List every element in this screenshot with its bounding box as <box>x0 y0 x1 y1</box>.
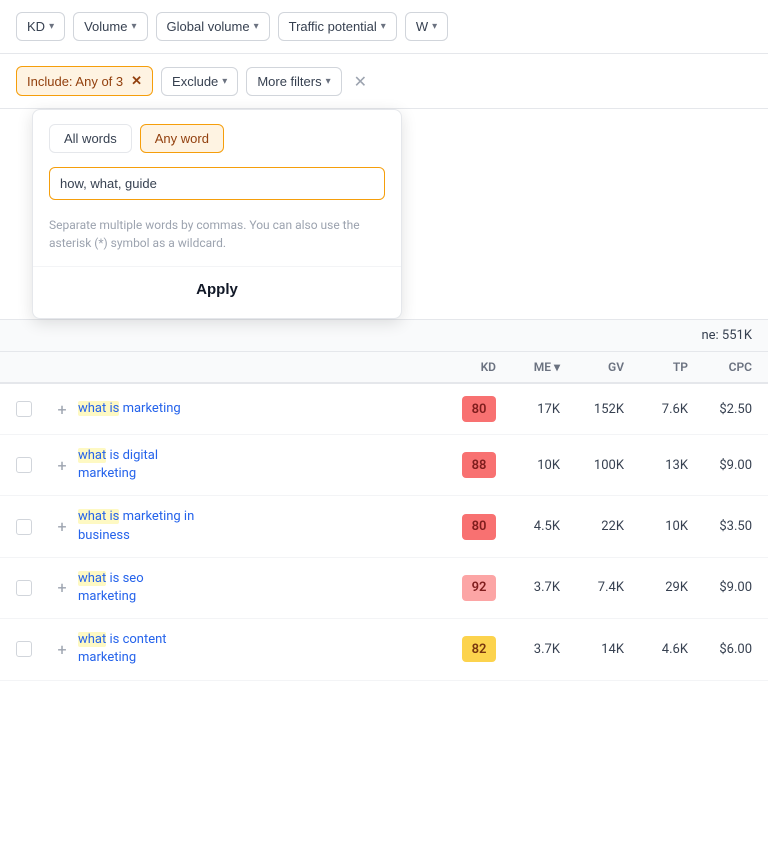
any-word-toggle[interactable]: Any word <box>140 124 224 153</box>
add-keyword-icon[interactable]: + <box>50 400 74 419</box>
keyword-link[interactable]: what is seomarketing <box>78 571 144 604</box>
chevron-down-icon: ▾ <box>131 21 136 32</box>
chevron-down-icon: ▾ <box>49 21 54 32</box>
add-keyword-icon[interactable]: + <box>50 517 74 536</box>
cpc-cell: $6.00 <box>692 642 752 657</box>
apply-button[interactable]: Apply <box>180 277 254 302</box>
kd-badge: 80 <box>462 396 496 422</box>
row-checkbox[interactable] <box>16 519 46 535</box>
volume-summary-row: ne: 551K <box>0 320 768 352</box>
clear-all-icon[interactable]: ✕ <box>350 68 371 95</box>
gv-cell: 22K <box>564 519 624 534</box>
keyword-cell: what is seomarketing <box>78 570 432 606</box>
gv-cell: 100K <box>564 458 624 473</box>
add-keyword-icon[interactable]: + <box>50 456 74 475</box>
word-toggle-group: All words Any word <box>33 110 401 163</box>
table-row: + what is contentmarketing 82 3.7K 14K 4… <box>0 619 768 680</box>
chevron-down-icon: ▾ <box>432 21 437 32</box>
include-dropdown: All words Any word Separate multiple wor… <box>32 109 402 319</box>
keyword-cell: what is marketing inbusiness <box>78 508 432 544</box>
col-tp: TP <box>628 360 688 374</box>
kd-cell: 82 <box>436 636 496 662</box>
cpc-cell: $9.00 <box>692 580 752 595</box>
keyword-cell: what is digitalmarketing <box>78 447 432 483</box>
keyword-cell: what is contentmarketing <box>78 631 432 667</box>
keyword-table: + what is marketing 80 17K 152K 7.6K $2.… <box>0 384 768 681</box>
tp-cell: 4.6K <box>628 642 688 657</box>
tp-cell: 7.6K <box>628 402 688 417</box>
include-filter-btn[interactable]: Include: Any of 3 ✕ <box>16 66 153 96</box>
apply-btn-wrap: Apply <box>33 266 401 318</box>
volume-summary-label: ne: 551K <box>701 328 752 343</box>
keyword-input[interactable] <box>49 167 385 200</box>
global-volume-filter-btn[interactable]: Global volume ▾ <box>156 12 270 41</box>
chevron-down-icon: ▾ <box>222 76 227 87</box>
table-row: + what is marketing inbusiness 80 4.5K 2… <box>0 496 768 557</box>
exclude-filter-btn[interactable]: Exclude ▾ <box>161 67 238 96</box>
close-icon[interactable]: ✕ <box>131 73 142 89</box>
filter-bar: KD ▾ Volume ▾ Global volume ▾ Traffic po… <box>0 0 768 54</box>
kd-cell: 92 <box>436 575 496 601</box>
more-filters-btn[interactable]: More filters ▾ <box>246 67 341 96</box>
w-filter-btn[interactable]: W ▾ <box>405 12 448 41</box>
col-gv: GV <box>564 360 624 374</box>
chevron-down-icon: ▾ <box>326 76 331 87</box>
table-row: + what is seomarketing 92 3.7K 7.4K 29K … <box>0 558 768 619</box>
gv-cell: 7.4K <box>564 580 624 595</box>
kd-badge: 82 <box>462 636 496 662</box>
volume-cell: 17K <box>500 402 560 417</box>
row-checkbox[interactable] <box>16 401 46 417</box>
row-checkbox[interactable] <box>16 580 46 596</box>
keyword-cell: what is marketing <box>78 400 432 418</box>
volume-filter-btn[interactable]: Volume ▾ <box>73 12 147 41</box>
tp-cell: 29K <box>628 580 688 595</box>
kd-filter-btn[interactable]: KD ▾ <box>16 12 65 41</box>
volume-cell: 10K <box>500 458 560 473</box>
keyword-link[interactable]: what is contentmarketing <box>78 632 167 665</box>
keyword-link[interactable]: what is marketing <box>78 401 181 416</box>
table-header: KD me ▾ GV TP CPC <box>0 352 768 384</box>
chevron-down-icon: ▾ <box>381 21 386 32</box>
col-kd[interactable]: KD <box>436 360 496 374</box>
row-checkbox[interactable] <box>16 457 46 473</box>
volume-cell: 3.7K <box>500 580 560 595</box>
hint-text: Separate multiple words by commas. You c… <box>33 210 401 266</box>
add-keyword-icon[interactable]: + <box>50 578 74 597</box>
gv-cell: 152K <box>564 402 624 417</box>
table-row: + what is digitalmarketing 88 10K 100K 1… <box>0 435 768 496</box>
volume-cell: 3.7K <box>500 642 560 657</box>
kd-badge: 80 <box>462 514 496 540</box>
chevron-down-icon: ▾ <box>254 21 259 32</box>
col-cpc: CPC <box>692 360 752 374</box>
all-words-toggle[interactable]: All words <box>49 124 132 153</box>
traffic-potential-filter-btn[interactable]: Traffic potential ▾ <box>278 12 397 41</box>
row-checkbox[interactable] <box>16 641 46 657</box>
cpc-cell: $3.50 <box>692 519 752 534</box>
kd-badge: 92 <box>462 575 496 601</box>
kd-cell: 80 <box>436 514 496 540</box>
col-volume[interactable]: me ▾ <box>500 360 560 374</box>
filter-row-2: Include: Any of 3 ✕ Exclude ▾ More filte… <box>0 54 768 109</box>
table-row: + what is marketing 80 17K 152K 7.6K $2.… <box>0 384 768 435</box>
volume-cell: 4.5K <box>500 519 560 534</box>
keyword-link[interactable]: what is digitalmarketing <box>78 448 158 481</box>
gv-cell: 14K <box>564 642 624 657</box>
tp-cell: 13K <box>628 458 688 473</box>
add-keyword-icon[interactable]: + <box>50 640 74 659</box>
kd-cell: 88 <box>436 452 496 478</box>
keyword-link[interactable]: what is marketing inbusiness <box>78 509 194 542</box>
tp-cell: 10K <box>628 519 688 534</box>
kd-cell: 80 <box>436 396 496 422</box>
cpc-cell: $9.00 <box>692 458 752 473</box>
keyword-input-wrap <box>33 163 401 210</box>
kd-badge: 88 <box>462 452 496 478</box>
cpc-cell: $2.50 <box>692 402 752 417</box>
